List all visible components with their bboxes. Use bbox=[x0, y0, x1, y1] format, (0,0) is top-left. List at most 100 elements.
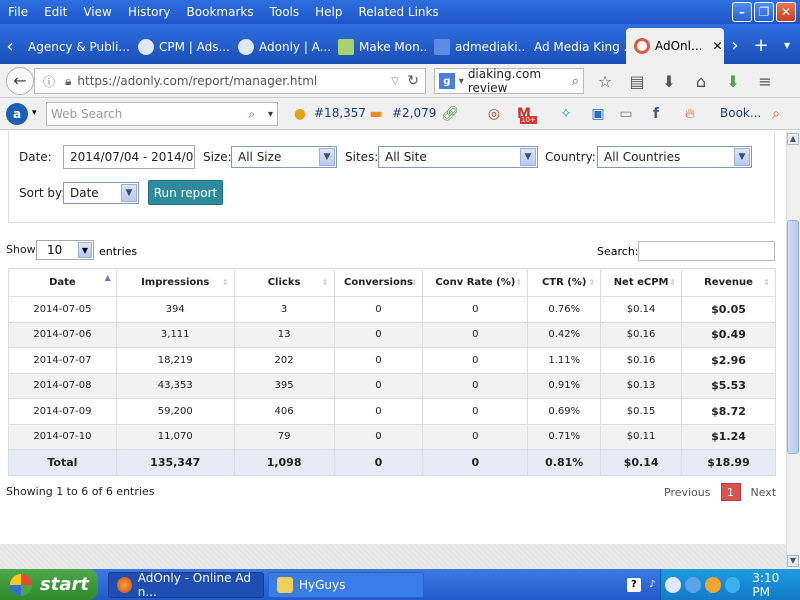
cell-conversions: 0 bbox=[333, 321, 424, 348]
scrollbar-thumb[interactable] bbox=[787, 220, 799, 454]
ask-logo-icon[interactable]: a bbox=[6, 102, 28, 125]
history-dropdown-icon[interactable]: ▽ bbox=[391, 76, 399, 87]
tab-cpm[interactable]: CPM | Ads... bbox=[130, 30, 230, 64]
home-icon[interactable]: ⌂ bbox=[690, 70, 712, 92]
web-search-input[interactable]: Web Search ⌕ ▾ bbox=[46, 102, 278, 126]
entries-per-page-select[interactable]: 10 ▼ bbox=[36, 240, 94, 260]
col-header-conversions[interactable]: Conversions ⇕ bbox=[333, 268, 424, 297]
search-addon-icon[interactable]: ⌕ bbox=[766, 104, 786, 124]
col-header-net-ecpm[interactable]: Net eCPM ⇕ bbox=[600, 268, 683, 297]
network-icon[interactable] bbox=[665, 576, 681, 593]
download-icon[interactable]: ⬇ bbox=[658, 70, 680, 92]
next-page-link[interactable]: Next bbox=[751, 486, 777, 499]
col-header-ctr[interactable]: CTR (%) ⇕ bbox=[527, 268, 602, 297]
report-table: Date ▲ Impressions ⇕ Clicks ⇕ Conversions ⇕ … bbox=[8, 268, 776, 476]
help-icon[interactable]: ? bbox=[627, 577, 641, 592]
translate-icon[interactable]: ▣ bbox=[588, 104, 608, 124]
back-arrow-icon[interactable]: ← bbox=[6, 66, 34, 95]
compass-icon[interactable]: ◎ bbox=[484, 104, 504, 124]
cell-clicks: 395 bbox=[233, 372, 335, 399]
menu-view[interactable]: View bbox=[75, 5, 119, 19]
refresh-icon[interactable]: ↻ bbox=[407, 73, 419, 89]
col-header-impressions[interactable]: Impressions ⇕ bbox=[115, 268, 235, 297]
scroll-down-icon[interactable]: ▼ bbox=[787, 555, 799, 567]
scroll-up-icon[interactable]: ▲ bbox=[787, 133, 799, 145]
display-icon[interactable] bbox=[684, 576, 701, 593]
col-header-revenue[interactable]: Revenue ⇕ bbox=[681, 268, 776, 297]
tabs-scroll-right-icon[interactable]: › bbox=[722, 35, 748, 56]
taskbar-item-firefox[interactable]: AdOnly - Online Ad n... bbox=[108, 571, 264, 599]
page-1-button[interactable]: 1 bbox=[720, 483, 741, 501]
tabs-scroll-left-icon[interactable]: ‹ bbox=[0, 28, 20, 64]
tab-make-money[interactable]: Make Mon... bbox=[330, 30, 426, 64]
col-header-clicks[interactable]: Clicks ⇕ bbox=[233, 268, 335, 297]
country-label: Country: bbox=[545, 150, 596, 164]
col-header-conv-rate[interactable]: Conv Rate (%) ⇕ bbox=[422, 268, 529, 297]
taskbar-item-label: AdOnly - Online Ad n... bbox=[137, 571, 251, 599]
restore-button[interactable]: ❐ bbox=[754, 2, 774, 22]
navigation-bar: ← ⓘ 🔒︎ https://adonly.com/report/manager… bbox=[0, 64, 800, 98]
facebook-icon[interactable]: f bbox=[646, 104, 666, 124]
close-window-button[interactable]: ✕ bbox=[776, 2, 796, 22]
menu-file[interactable]: File bbox=[0, 5, 36, 19]
menu-edit[interactable]: Edit bbox=[36, 5, 75, 19]
tab-agency[interactable]: Agency & Publi... bbox=[20, 30, 130, 64]
id-card-icon[interactable]: ▭ bbox=[616, 104, 636, 124]
volume-icon[interactable]: ♪ bbox=[649, 579, 655, 590]
date-label: Date: bbox=[19, 150, 52, 164]
tab-admediaking[interactable]: admediaki... bbox=[426, 30, 526, 64]
menu-help[interactable]: Help bbox=[307, 5, 350, 19]
tab-label: admediaki... bbox=[455, 40, 526, 54]
menu-bookmarks[interactable]: Bookmarks bbox=[179, 5, 262, 19]
col-header-date[interactable]: Date ▲ bbox=[8, 268, 117, 297]
engine-dropdown-icon[interactable]: ▾ bbox=[459, 76, 464, 87]
minimize-button[interactable]: – bbox=[732, 2, 752, 22]
cell-clicks: 406 bbox=[233, 398, 335, 425]
tray-app-icon[interactable] bbox=[704, 576, 721, 593]
alexa-globe-icon[interactable]: ● bbox=[290, 104, 310, 124]
tab-label: CPM | Ads... bbox=[159, 40, 230, 54]
tray-app2-icon[interactable] bbox=[724, 576, 741, 593]
search-magnifier-icon[interactable]: ⌕ bbox=[572, 74, 579, 89]
menu-tools[interactable]: Tools bbox=[262, 5, 308, 19]
country-select[interactable]: All Countries ▼ bbox=[597, 146, 752, 168]
run-report-button[interactable]: Run report bbox=[148, 180, 223, 205]
reading-list-icon[interactable]: ▤ bbox=[626, 70, 648, 92]
taskbar-item-folder[interactable]: HyGuys bbox=[268, 572, 424, 598]
start-button[interactable]: start bbox=[0, 569, 98, 600]
info-icon[interactable]: ⓘ bbox=[43, 73, 55, 90]
date-range-input[interactable]: 2014/07/04 - 2014/07/1 bbox=[63, 145, 195, 169]
tab-adonly-active[interactable]: AdOnl... ✕ bbox=[626, 28, 724, 64]
sort-icon: ⇕ bbox=[321, 278, 329, 287]
tab-ad-media-king[interactable]: Ad Media King ... bbox=[526, 30, 626, 64]
addon-green-icon[interactable]: ⬇ bbox=[722, 70, 744, 92]
sparkle-icon[interactable]: ✧ bbox=[556, 104, 576, 124]
table-search-input[interactable] bbox=[638, 241, 775, 261]
tab-list-icon[interactable]: ▾ bbox=[774, 38, 800, 52]
web-search-magnifier-icon[interactable]: ⌕ bbox=[248, 107, 255, 122]
bookmark-star-icon[interactable]: ☆ bbox=[594, 70, 616, 92]
menu-history[interactable]: History bbox=[120, 5, 179, 19]
fire-icon[interactable]: 🔥︎ bbox=[680, 104, 700, 124]
new-tab-icon[interactable]: + bbox=[748, 35, 774, 56]
tab-close-icon[interactable]: ✕ bbox=[712, 39, 722, 53]
previous-page-link[interactable]: Previous bbox=[664, 486, 711, 499]
ask-dropdown-icon[interactable]: ▾ bbox=[32, 108, 37, 118]
nav-icons: ☆ ▤ ⬇ ⌂ ⬇ ≡ bbox=[594, 70, 776, 92]
menu-related-links[interactable]: Related Links bbox=[351, 5, 447, 19]
cell-impressions: 43,353 bbox=[115, 372, 235, 399]
google-search-engine-icon[interactable]: g bbox=[439, 73, 455, 89]
sort-select[interactable]: Date ▼ bbox=[63, 182, 139, 204]
size-select[interactable]: All Size ▼ bbox=[231, 146, 337, 168]
web-search-dropdown-icon[interactable]: ▾ bbox=[268, 109, 273, 120]
cell-impressions: 18,219 bbox=[115, 347, 235, 374]
sites-select-value: All Site bbox=[385, 150, 427, 164]
bookmarks-toolbar-label[interactable]: Book... bbox=[720, 106, 761, 120]
menu-hamburger-icon[interactable]: ≡ bbox=[754, 70, 776, 92]
total-revenue: $18.99 bbox=[681, 449, 776, 476]
search-bar[interactable]: g ▾ diaking.com review ⌕ bbox=[434, 67, 584, 95]
tab-adonly-a[interactable]: Adonly | A... bbox=[230, 30, 330, 64]
url-bar[interactable]: ⓘ 🔒︎ https://adonly.com/report/manager.h… bbox=[34, 68, 426, 94]
link-icon[interactable]: 🔗︎ bbox=[440, 104, 460, 124]
sites-select[interactable]: All Site ▼ bbox=[378, 146, 538, 168]
